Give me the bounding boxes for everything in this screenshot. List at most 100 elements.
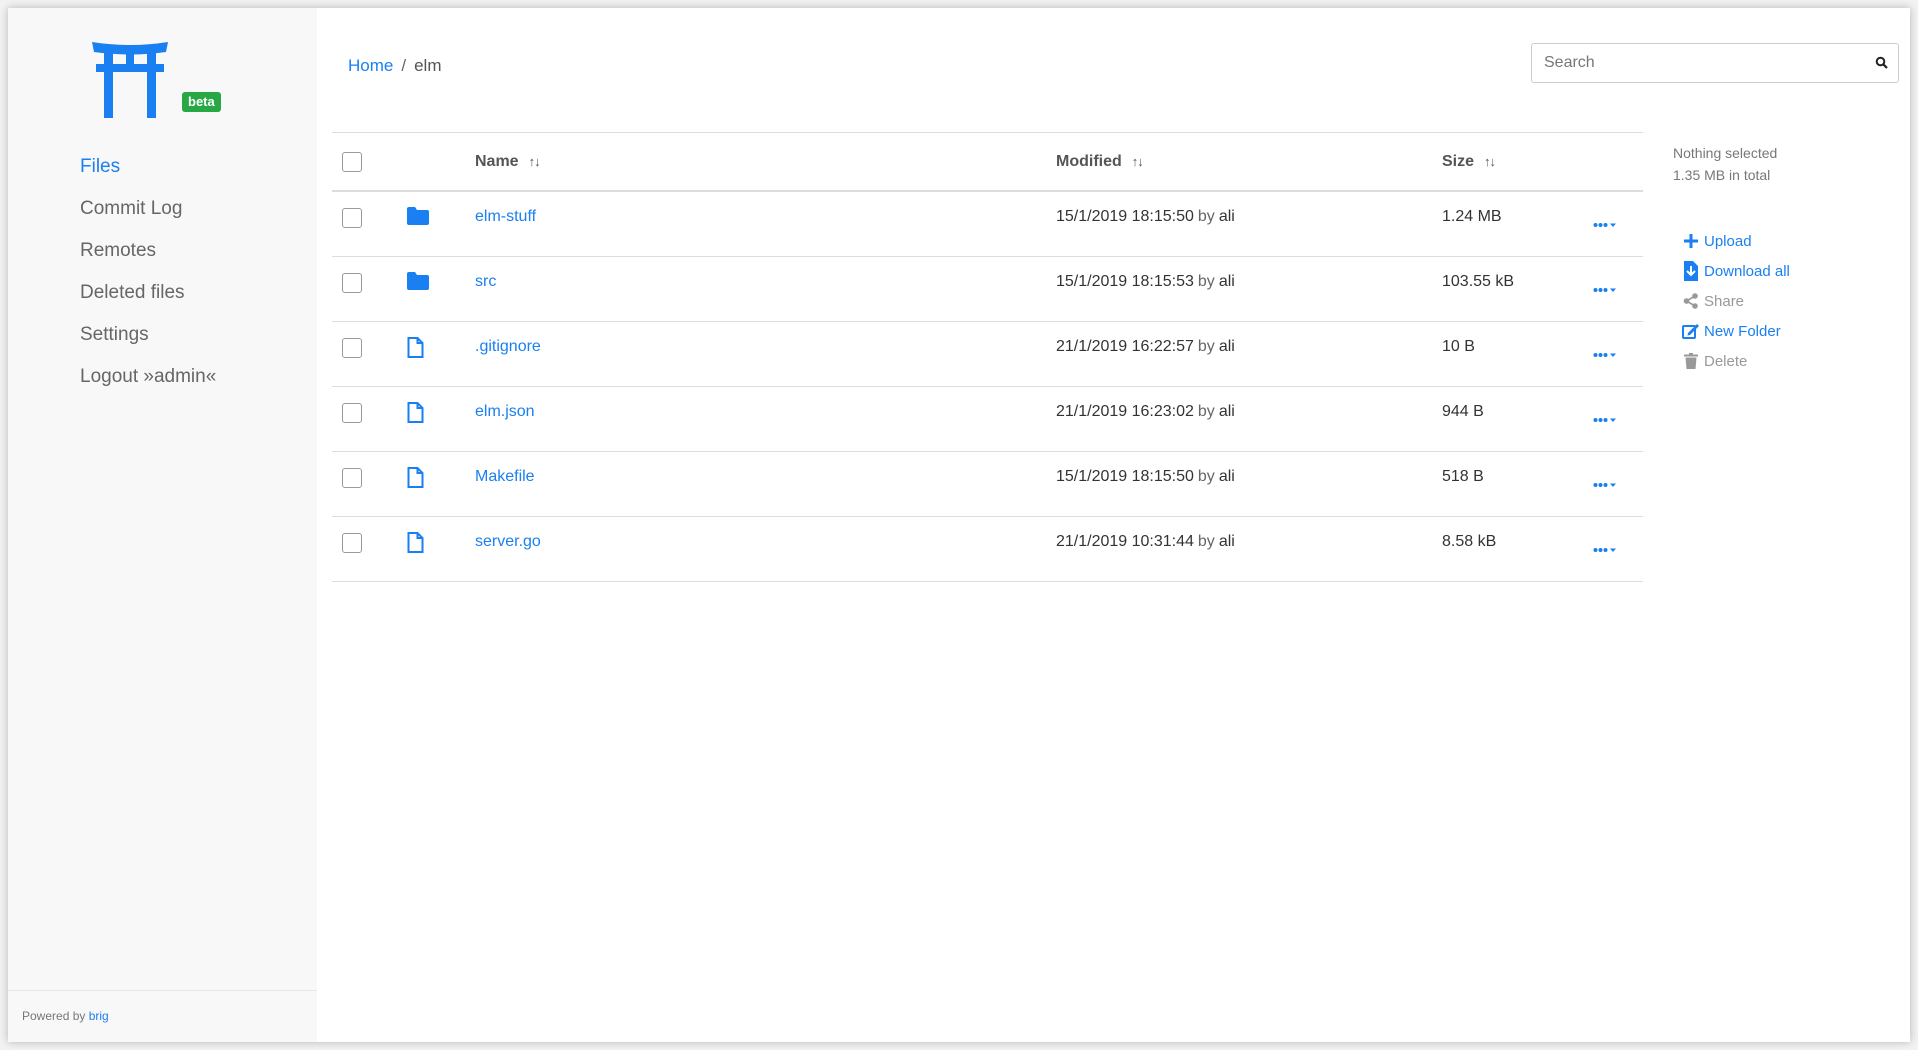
table-row[interactable]: elm.json 21/1/2019 16:23:02 by ali 944 B [332, 387, 1643, 452]
file-name-link[interactable]: server.go [475, 533, 541, 551]
row-checkbox[interactable] [342, 338, 362, 358]
sidebar-footer: Powered by brig [8, 990, 317, 1042]
file-size: 518 B [1442, 468, 1484, 485]
file-icon [407, 337, 424, 363]
upload-button[interactable]: Upload [1682, 226, 1790, 256]
breadcrumb-home[interactable]: Home [348, 56, 393, 75]
file-size: 1.24 MB [1442, 208, 1502, 225]
row-checkbox[interactable] [342, 273, 362, 293]
more-options-icon [1593, 411, 1617, 429]
file-icon [407, 532, 424, 558]
modified-by-label: by [1197, 403, 1215, 420]
breadcrumb-current: elm [414, 56, 442, 75]
file-table: Name ↑↓ Modified ↑↓ Size ↑↓ elm-stuff 15/… [332, 132, 1643, 582]
selection-info: Nothing selected 1.35 MB in total [1673, 142, 1777, 186]
edit-icon [1682, 323, 1700, 339]
more-options-icon [1593, 541, 1617, 559]
modified-by-label: by [1197, 533, 1215, 550]
sort-modified-icon[interactable]: ↑↓ [1132, 154, 1144, 169]
sidebar-item-remotes[interactable]: Remotes [80, 230, 216, 272]
modified-by-label: by [1197, 273, 1215, 290]
table-row[interactable]: .gitignore 21/1/2019 16:22:57 by ali 10 B [332, 322, 1643, 387]
row-checkbox[interactable] [342, 468, 362, 488]
breadcrumb-separator: / [401, 56, 407, 75]
sidebar-item-settings[interactable]: Settings [80, 314, 216, 356]
selection-status: Nothing selected [1673, 145, 1778, 161]
modified-by-label: by [1197, 208, 1215, 225]
modified-date: 21/1/2019 16:22:57 [1056, 338, 1194, 355]
file-name-link[interactable]: src [475, 273, 496, 291]
sidebar-item-commit-log[interactable]: Commit Log [80, 188, 216, 230]
file-icon [407, 467, 424, 493]
sort-name-icon[interactable]: ↑↓ [529, 154, 541, 169]
torii-logo-icon [92, 42, 168, 118]
file-size: 103.55 kB [1442, 273, 1515, 290]
more-options-icon [1593, 216, 1617, 234]
more-options-icon [1593, 346, 1617, 364]
file-size: 8.58 kB [1442, 533, 1497, 550]
table-row[interactable]: src 15/1/2019 18:15:53 by ali 103.55 kB [332, 257, 1643, 322]
folder-icon [407, 207, 429, 230]
share-label: Share [1704, 292, 1745, 310]
action-panel: Upload Download all Share New Folder Del… [1682, 226, 1790, 376]
file-name-link[interactable]: elm-stuff [475, 208, 536, 226]
file-name-link[interactable]: .gitignore [475, 338, 541, 356]
row-actions-dropdown[interactable] [1593, 411, 1617, 429]
logo[interactable]: beta [90, 40, 221, 120]
row-actions-dropdown[interactable] [1593, 541, 1617, 559]
modified-date: 15/1/2019 18:15:53 [1056, 273, 1194, 290]
beta-badge: beta [182, 92, 221, 112]
sort-size-icon[interactable]: ↑↓ [1484, 154, 1496, 169]
delete-label: Delete [1704, 352, 1748, 370]
table-row[interactable]: elm-stuff 15/1/2019 18:15:50 by ali 1.24 MB [332, 192, 1643, 257]
powered-by-text: Powered by [22, 1009, 86, 1023]
select-all-checkbox[interactable] [342, 151, 362, 172]
search-input[interactable] [1532, 44, 1898, 82]
search-icon[interactable] [1875, 56, 1888, 74]
modified-by-label: by [1197, 338, 1215, 355]
modified-user: ali [1218, 533, 1235, 550]
app-window: beta Files Commit Log Remotes Deleted fi… [8, 8, 1910, 1042]
table-row[interactable]: Makefile 15/1/2019 18:15:50 by ali 518 B [332, 452, 1643, 517]
sidebar-item-deleted-files[interactable]: Deleted files [80, 272, 216, 314]
breadcrumb: Home / elm [348, 56, 442, 76]
table-body: elm-stuff 15/1/2019 18:15:50 by ali 1.24 MB s… [332, 192, 1643, 582]
search-box [1531, 43, 1899, 83]
row-checkbox[interactable] [342, 533, 362, 553]
table-row[interactable]: server.go 21/1/2019 10:31:44 by ali 8.58 kB [332, 517, 1643, 582]
modified-user: ali [1218, 273, 1235, 290]
row-actions-dropdown[interactable] [1593, 281, 1617, 299]
more-options-icon [1593, 281, 1617, 299]
modified-date: 15/1/2019 18:15:50 [1056, 208, 1194, 225]
file-icon [407, 402, 424, 428]
header-size[interactable]: Size [1442, 153, 1474, 171]
row-checkbox[interactable] [342, 403, 362, 423]
row-actions-dropdown[interactable] [1593, 346, 1617, 364]
sidebar: beta Files Commit Log Remotes Deleted fi… [8, 8, 317, 1042]
file-name-link[interactable]: elm.json [475, 403, 535, 421]
plus-icon [1682, 234, 1700, 248]
sidebar-item-logout[interactable]: Logout »admin« [80, 356, 216, 398]
file-size: 944 B [1442, 403, 1484, 420]
modified-user: ali [1218, 403, 1235, 420]
download-icon [1682, 261, 1700, 281]
sidebar-item-files[interactable]: Files [80, 146, 216, 188]
file-name-link[interactable]: Makefile [475, 468, 535, 486]
new-folder-button[interactable]: New Folder [1682, 316, 1790, 346]
row-checkbox[interactable] [342, 208, 362, 228]
share-button[interactable]: Share [1682, 286, 1790, 316]
row-actions-dropdown[interactable] [1593, 216, 1617, 234]
row-actions-dropdown[interactable] [1593, 476, 1617, 494]
new-folder-label: New Folder [1704, 322, 1781, 340]
modified-user: ali [1218, 208, 1235, 225]
sidebar-nav: Files Commit Log Remotes Deleted files S… [80, 146, 216, 398]
download-all-label: Download all [1704, 262, 1790, 280]
delete-button[interactable]: Delete [1682, 346, 1790, 376]
download-all-button[interactable]: Download all [1682, 256, 1790, 286]
header-name[interactable]: Name [475, 153, 519, 171]
more-options-icon [1593, 476, 1617, 494]
brig-link[interactable]: brig [89, 1009, 109, 1023]
trash-icon [1682, 353, 1700, 369]
header-modified[interactable]: Modified [1056, 153, 1122, 171]
table-header: Name ↑↓ Modified ↑↓ Size ↑↓ [332, 132, 1643, 192]
